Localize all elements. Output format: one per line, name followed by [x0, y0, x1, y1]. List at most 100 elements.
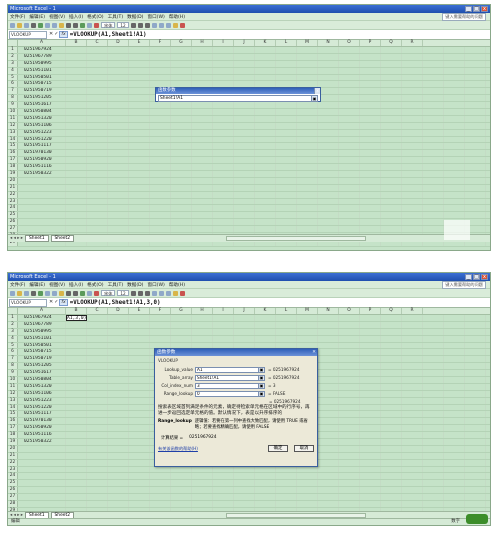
row-header[interactable]: 22: [8, 191, 18, 198]
empty-cells[interactable]: [87, 136, 490, 143]
row-header[interactable]: 6: [8, 349, 18, 356]
row-header[interactable]: 1: [8, 315, 18, 321]
cell-a[interactable]: [18, 205, 66, 212]
formula-input[interactable]: =VLOOKUP(A1,Sheet1!A1,3,0): [70, 300, 161, 306]
menu-tools[interactable]: 工具(T): [108, 14, 124, 20]
close-button[interactable]: x: [481, 274, 488, 280]
row-header[interactable]: 10: [8, 377, 18, 383]
cell-b[interactable]: [66, 191, 87, 198]
empty-cells[interactable]: [87, 466, 490, 473]
cell-a[interactable]: 0251967924: [18, 47, 66, 53]
row-header[interactable]: 19: [8, 171, 18, 177]
column-header[interactable]: P: [360, 40, 381, 46]
cell-a[interactable]: [18, 501, 66, 507]
column-header[interactable]: C: [87, 40, 108, 46]
font-size-select[interactable]: 12: [117, 22, 129, 28]
column-header[interactable]: B: [66, 308, 87, 314]
column-header[interactable]: K: [255, 308, 276, 314]
row-header[interactable]: 12: [8, 122, 18, 129]
lookup-value-input[interactable]: A1 ▣: [195, 366, 265, 373]
table-array-input[interactable]: Sheet1!A1 ▣: [195, 374, 265, 381]
empty-cells[interactable]: [87, 143, 490, 150]
select-all-corner[interactable]: [8, 308, 18, 314]
empty-cells[interactable]: [87, 67, 490, 74]
column-header[interactable]: J: [234, 40, 255, 46]
cell-b[interactable]: [66, 122, 87, 129]
row-header[interactable]: 25: [8, 480, 18, 487]
cell-b[interactable]: [66, 47, 87, 53]
menu-window[interactable]: 窗口(W): [147, 14, 164, 20]
column-header[interactable]: N: [318, 308, 339, 314]
column-header[interactable]: M: [297, 40, 318, 46]
row-header[interactable]: 4: [8, 335, 18, 342]
cell-b[interactable]: [66, 452, 87, 459]
cell-a[interactable]: 0251950804: [18, 377, 66, 383]
cell-b[interactable]: [66, 219, 87, 226]
cell-b[interactable]: [66, 143, 87, 150]
menu-tools[interactable]: 工具(T): [108, 282, 124, 288]
menu-data[interactable]: 数据(D): [127, 282, 143, 288]
cell-a[interactable]: 0251950719: [18, 88, 66, 95]
cell-b[interactable]: [66, 95, 87, 102]
minimize-button[interactable]: _: [465, 6, 472, 12]
menu-data[interactable]: 数据(D): [127, 14, 143, 20]
cell-a[interactable]: 0251950719: [18, 356, 66, 363]
enter-icon[interactable]: ✓: [54, 299, 58, 306]
row-header[interactable]: 27: [8, 494, 18, 501]
new-icon[interactable]: [10, 22, 15, 28]
row-header[interactable]: 20: [8, 177, 18, 184]
cell-a[interactable]: 0251950715: [18, 349, 66, 356]
cell-b[interactable]: [66, 53, 87, 60]
worksheet-grid[interactable]: A B C D E F G H I J K L M N O P Q R 1 025…: [8, 40, 490, 247]
cell-a[interactable]: [18, 212, 66, 219]
function-arguments-collapsed-dialog[interactable]: 函数参数 x Sheet1!A1 ▣: [155, 87, 321, 102]
cell-b[interactable]: [66, 129, 87, 136]
chart-icon[interactable]: [94, 290, 99, 296]
empty-cells[interactable]: [87, 328, 490, 335]
cell-b[interactable]: [66, 404, 87, 411]
menu-insert[interactable]: 插入(I): [69, 282, 83, 288]
empty-cells[interactable]: [87, 102, 490, 109]
row-header[interactable]: 7: [8, 356, 18, 363]
row-header[interactable]: 21: [8, 452, 18, 459]
column-header[interactable]: B: [66, 40, 87, 46]
insert-function-icon[interactable]: fx: [59, 31, 68, 38]
empty-cells[interactable]: [87, 157, 490, 164]
column-header[interactable]: L: [276, 308, 297, 314]
sort-icon[interactable]: [87, 22, 92, 28]
cell-b[interactable]: [66, 74, 87, 81]
help-search-input[interactable]: 键入需要帮助的问题: [442, 12, 486, 21]
cell-b[interactable]: [66, 212, 87, 219]
column-header[interactable]: Q: [381, 308, 402, 314]
open-icon[interactable]: [17, 290, 22, 296]
cell-a[interactable]: [18, 219, 66, 226]
cell-b[interactable]: [66, 349, 87, 356]
close-button[interactable]: x: [481, 6, 488, 12]
column-header[interactable]: D: [108, 40, 129, 46]
menu-insert[interactable]: 插入(I): [69, 14, 83, 20]
menu-help[interactable]: 帮助(H): [169, 14, 185, 20]
column-header[interactable]: E: [129, 308, 150, 314]
cancel-icon[interactable]: ✕: [49, 31, 53, 38]
redo-icon[interactable]: [73, 22, 78, 28]
cell-b[interactable]: [66, 67, 87, 74]
close-icon[interactable]: x: [314, 88, 320, 94]
cell-b[interactable]: [66, 377, 87, 383]
restore-button[interactable]: □: [473, 6, 480, 12]
align-left-icon[interactable]: [151, 22, 157, 28]
column-header[interactable]: K: [255, 40, 276, 46]
row-header[interactable]: 2: [8, 53, 18, 60]
italic-icon[interactable]: [137, 290, 143, 296]
cell-b[interactable]: [66, 164, 87, 171]
row-header[interactable]: 24: [8, 473, 18, 480]
empty-cells[interactable]: [87, 150, 490, 157]
cell-b[interactable]: [66, 425, 87, 432]
font-color-icon[interactable]: [179, 290, 185, 296]
row-header[interactable]: 18: [8, 432, 18, 439]
cell-b[interactable]: [66, 390, 87, 397]
collapse-dialog-icon[interactable]: ▣: [258, 367, 264, 372]
empty-cells[interactable]: [87, 60, 490, 67]
empty-cells[interactable]: [87, 487, 490, 494]
empty-cells[interactable]: [87, 226, 490, 233]
menu-format[interactable]: 格式(O): [87, 282, 103, 288]
